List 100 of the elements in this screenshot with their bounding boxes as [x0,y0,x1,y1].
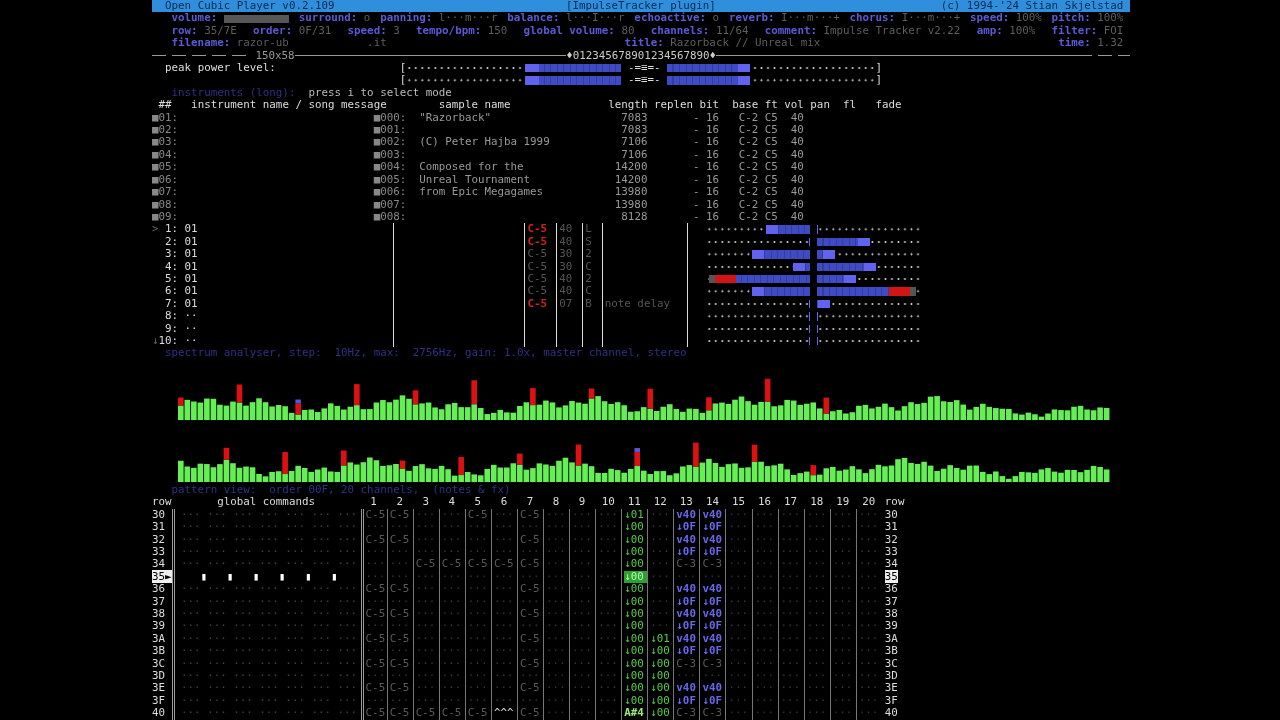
pattern-cell: ↓0F [699,694,726,708]
table-cell-text: C5 [764,124,779,137]
pattern-cell: ··· [855,521,882,534]
pattern-cell: C-3 [699,707,726,720]
channel-instrument: 01 [184,247,198,261]
global-commands: ··· ··· ··· ··· ··· ··· ··· [171,508,361,522]
bracket: ] [875,62,883,75]
table-cell-text: 16 [705,161,721,174]
global-commands: ··· ··· ··· ··· ··· ··· ··· [171,707,361,720]
pattern-cell: ··· [725,707,752,720]
status-label: panning: [380,12,433,25]
channel-instrument: ·· [184,333,198,347]
copyright: (c) 1994-'24 Stian Skjelstad [939,0,1125,12]
pattern-cell: ··· [595,595,622,608]
pattern-cell: ··· [855,669,882,683]
row-number: 33 [152,544,166,558]
pattern-cell: ↓0F [673,694,700,708]
status-label: volume: [171,12,218,25]
pattern-cell: ··· [412,682,439,695]
pattern-cell: ··· [569,682,596,695]
pattern-cell: ··· [543,570,570,584]
column-header: row [883,496,905,509]
table-cell-text: - [692,148,700,162]
channel-header: 3 [421,496,430,509]
pattern-cell: ··· [412,632,439,646]
pattern-cell: ··· [412,533,439,546]
pattern-cell: ··· [751,570,778,584]
pattern-cell: ··· [360,694,387,708]
table-cell-text: 8128 [620,210,648,224]
pattern-cell: ··· [490,682,517,695]
pattern-cell: ··· [490,632,517,646]
table-cell-text: 7083 [620,111,648,125]
pattern-cell: ↓0F [699,545,726,559]
pattern-cell: ··· [777,533,804,546]
table-cell-text: - [692,161,700,174]
pattern-cell: ··· [490,657,517,670]
pattern-cell: C-5 [360,607,387,621]
row-number: 39 [152,619,166,633]
channel-volume: 30 [559,247,573,261]
pattern-cell: ··· [438,645,465,658]
pattern-cell: ··· [725,558,752,571]
pattern-cell: ··· [543,607,570,621]
table-cell-text: C5 [764,173,779,187]
pattern-cell: ··· [543,694,570,708]
pattern-cell: ↓00 [647,707,674,720]
pattern-cell: ··· [569,558,596,571]
pattern-cell: ··· [777,545,804,559]
pattern-cell: ··· [803,570,830,584]
pattern-cell: C-5 [516,682,544,695]
pattern-cell: ··· [438,545,465,559]
pattern-cell: ··· [725,595,752,608]
pattern-cell: ··· [386,645,413,658]
pattern-cell: v40 [699,682,726,695]
pattern-cell: ↓01 [647,632,674,646]
pattern-cell: ↓0F [673,620,700,633]
pattern-cell: ··· [595,682,622,695]
pattern-cell: ··· [569,645,596,658]
pattern-cell: ··· [855,707,882,720]
table-cell-text: 40 [789,186,805,199]
pattern-cell: ··· [412,694,439,708]
pattern-cell: ··· [725,620,752,633]
table-cell-text: 16 [705,111,721,125]
pattern-cell: ··· [543,669,570,683]
pattern-cell: ··· [647,620,674,633]
pattern-cell: ··· [647,583,674,596]
row-number: 34 [884,557,898,571]
channel-header: 10 [600,496,616,509]
table-cell-text: 14200 [613,173,648,187]
table-cell-text: - [692,124,700,137]
pattern-cell: ··· [803,682,830,695]
channel-header: 19 [835,496,851,509]
pattern-cell: ··· [595,632,622,646]
sample-number: ■005: [373,173,408,187]
pattern-cell: v40 [699,583,726,596]
pattern-cell: ↓0F [673,521,700,534]
table-cell-text: 7106 [620,148,648,162]
channel-instrument: 01 [184,234,198,248]
column-header: sample name [437,99,512,112]
pattern-cell: ··· [569,632,596,646]
channel-marker: ↓ [152,333,159,347]
pattern-cell: ··· [490,570,517,584]
status-label: time: [1058,37,1091,50]
status-value: Impulse Tracker v2.22 [823,24,961,38]
channel-pan: C [585,259,592,273]
sample-number: ■006: [373,186,408,199]
table-cell-text: C-2 [737,173,760,187]
column-header: fade [875,99,903,112]
pattern-cell: ··· [386,545,413,559]
status-label: filter: [1051,24,1098,37]
pattern-cell: ··· [777,521,804,534]
pattern-cell: ··· [777,570,804,584]
table-cell-text: - [692,198,700,211]
status-value: o [363,12,371,25]
pattern-cell: ··· [412,669,439,683]
pattern-cell: C-5 [516,607,544,621]
pattern-cell: ··· [855,583,882,596]
channel-header: 12 [652,496,668,509]
pattern-cell: C-5 [360,508,387,522]
channel-header: 16 [757,496,773,509]
channel-instrument: 01 [184,284,198,298]
